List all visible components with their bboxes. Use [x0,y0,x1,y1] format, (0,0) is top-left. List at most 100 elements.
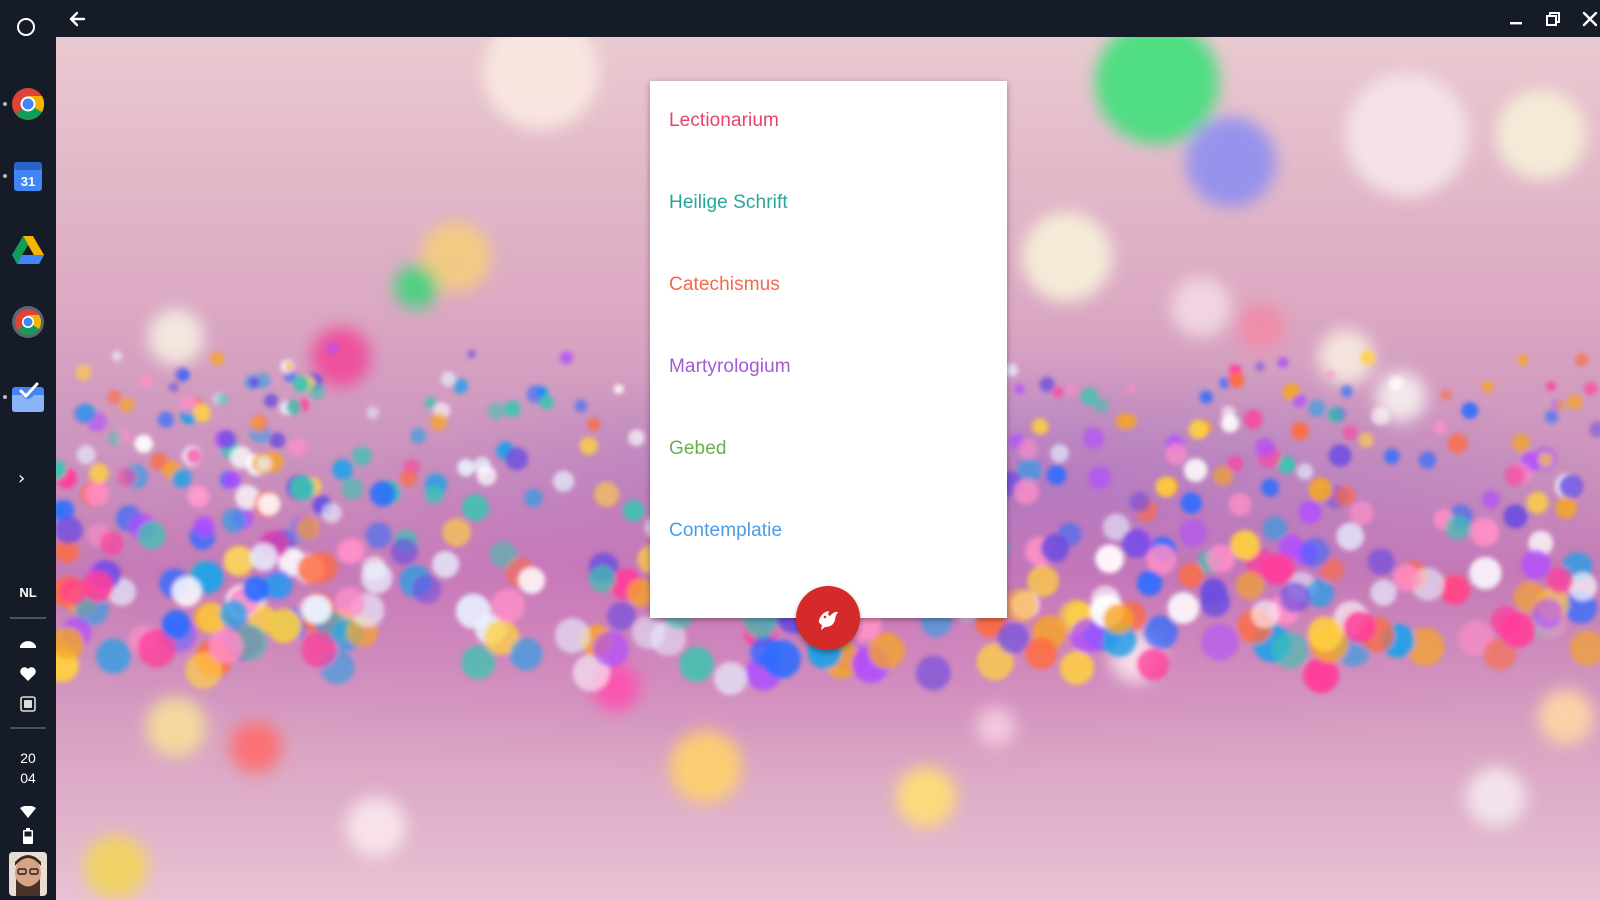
glitter-speck [679,646,715,682]
inbox-icon [12,382,44,412]
shelf-app-chrome-2[interactable] [10,304,46,340]
glitter-speck [1228,372,1245,389]
glitter-speck [366,406,379,420]
glitter-speck [286,399,302,415]
glitter-speck [1583,381,1598,396]
glitter-speck [1165,443,1187,465]
menu-item-contemplatie[interactable]: Contemplatie [669,519,782,543]
menu-item-heilige-schrift[interactable]: Heilige Schrift [669,191,788,215]
glitter-speck [257,493,281,516]
glitter-speck [1235,571,1265,600]
glitter-speck [1065,384,1077,396]
glitter-speck [1014,383,1025,395]
glitter-speck [137,521,166,550]
glitter-speck [1080,387,1099,406]
glitter-speck [750,636,782,668]
glitter-speck [187,485,211,508]
restore-icon[interactable] [1543,9,1563,29]
network-icon[interactable] [18,632,38,652]
glitter-speck [1188,419,1209,440]
calendar-date: 31 [21,174,35,189]
glitter-speck [632,615,666,650]
glitter-speck [1255,437,1275,458]
glitter-speck [157,411,174,428]
launcher-icon[interactable] [17,18,35,36]
shelf-app-inbox[interactable] [3,379,46,415]
glitter-speck [1503,504,1528,529]
glitter-speck [89,463,109,484]
glitter-speck [1328,444,1352,467]
glitter-speck [574,399,588,413]
avatar[interactable] [9,852,47,896]
close-icon[interactable] [1580,9,1600,29]
battery-icon[interactable] [18,826,38,846]
glitter-speck [587,417,600,431]
menu-item-gebed[interactable]: Gebed [669,437,727,461]
glitter-speck [1136,570,1163,596]
glitter-speck [106,389,122,405]
glitter-speck [223,545,255,577]
glitter-speck [1003,588,1038,623]
glitter-speck [1546,381,1556,391]
shelf: 31 › NL 20 04 [0,0,56,900]
glitter-speck [1025,637,1058,670]
menu-item-martyrologium[interactable]: Martyrologium [669,355,791,379]
glitter-speck [292,375,310,393]
menu-card: Lectionarium Heilige Schrift Catechismus… [650,81,1007,618]
calendar-icon: 31 [14,162,42,191]
glitter-speck [1178,518,1208,547]
glitter-speck [1511,433,1531,452]
glitter-speck [284,361,294,371]
glitter-speck [1383,448,1400,465]
shelf-app-chrome[interactable] [3,86,46,122]
glitter-speck [1575,353,1589,367]
glitter-speck [1279,581,1311,613]
desktop: 31 › NL 20 04 Lectionarium Heilige Schri… [0,0,1600,900]
glitter-speck [1469,557,1502,590]
glitter-speck [1439,388,1452,401]
glitter-speck [996,621,1030,655]
glitter-speck [1251,599,1280,629]
ime-indicator[interactable]: NL [0,585,56,600]
minimize-icon[interactable] [1506,9,1526,29]
glitter-speck [1155,476,1176,498]
glitter-speck [429,412,448,431]
wifi-icon[interactable] [18,802,38,822]
glitter-speck [1371,406,1390,426]
glitter-speck [1296,463,1314,480]
menu-item-catechismus[interactable]: Catechismus [669,273,780,297]
glitter-speck [1060,650,1094,685]
glitter-speck [223,471,241,489]
glitter-speck [1243,409,1263,430]
shelf-app-calendar[interactable]: 31 [3,158,46,194]
menu-item-lectionarium[interactable]: Lectionarium [669,109,779,133]
back-arrow-icon[interactable] [66,8,88,30]
glitter-speck [1146,544,1177,575]
chevron-right-icon[interactable]: › [18,470,25,488]
glitter-speck [1325,369,1335,380]
glitter-speck [303,595,332,624]
status-clock[interactable]: 20 04 [0,748,56,788]
glitter-speck [111,351,123,362]
glitter-speck [351,446,372,467]
screen-capture-icon[interactable] [18,694,38,714]
glitter-speck [589,565,616,593]
glitter-speck [216,393,229,406]
glitter-speck [1039,376,1055,392]
fab-button[interactable] [796,586,860,650]
clock-hour: 20 [20,750,36,766]
tray-divider [10,617,46,619]
glitter-speck [1537,452,1554,468]
glitter-speck [1018,439,1038,459]
glitter-speck [554,617,590,654]
glitter-speck [1289,385,1301,397]
glitter-speck [1532,598,1563,629]
glitter-speck [1277,357,1289,369]
glitter-speck [487,402,505,420]
glitter-speck [1271,631,1309,669]
heart-icon[interactable] [18,664,38,684]
glitter-speck [117,467,137,487]
shelf-app-drive[interactable] [10,232,46,268]
glitter-speck [1129,492,1150,513]
glitter-speck [229,446,253,469]
